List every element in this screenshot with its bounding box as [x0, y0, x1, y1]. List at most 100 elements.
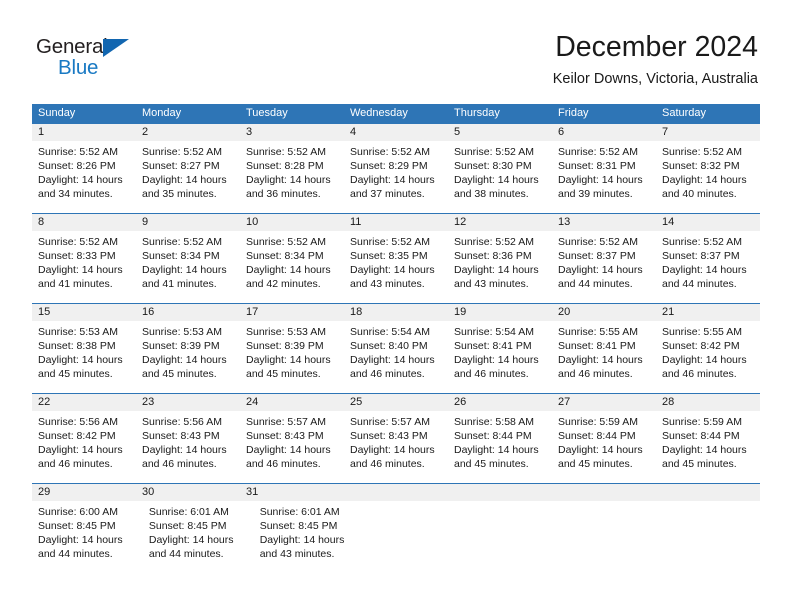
day-number[interactable]: 15: [32, 304, 136, 321]
day-number[interactable]: 1: [32, 124, 136, 141]
day-number[interactable]: 2: [136, 124, 240, 141]
daylight-line2: and 45 minutes.: [454, 458, 529, 470]
day-number[interactable]: 11: [344, 214, 448, 231]
sunrise-line: Sunrise: 5:52 AM: [558, 146, 638, 158]
daylight-line1: Daylight: 14 hours: [454, 264, 539, 276]
day-number[interactable]: 22: [32, 394, 136, 411]
weekday-header-saturday: Saturday: [662, 107, 707, 119]
day-cell[interactable]: Sunrise: 5:52 AM Sunset: 8:34 PM Dayligh…: [136, 231, 240, 303]
day-cell[interactable]: Sunrise: 5:54 AM Sunset: 8:40 PM Dayligh…: [344, 321, 448, 393]
day-number[interactable]: 19: [448, 304, 552, 321]
day-cell[interactable]: Sunrise: 5:53 AM Sunset: 8:39 PM Dayligh…: [136, 321, 240, 393]
weekday-header-friday: Friday: [558, 107, 589, 119]
day-number[interactable]: 18: [344, 304, 448, 321]
day-cell-empty: [365, 501, 464, 573]
sunrise-line: Sunrise: 5:57 AM: [350, 416, 430, 428]
day-cell[interactable]: Sunrise: 5:58 AM Sunset: 8:44 PM Dayligh…: [448, 411, 552, 483]
day-number-empty: [448, 484, 552, 501]
daylight-line1: Daylight: 14 hours: [558, 174, 643, 186]
day-number[interactable]: 5: [448, 124, 552, 141]
daylight-line2: and 37 minutes.: [350, 188, 425, 200]
day-cell[interactable]: Sunrise: 5:52 AM Sunset: 8:36 PM Dayligh…: [448, 231, 552, 303]
sunset-line: Sunset: 8:45 PM: [259, 520, 338, 532]
daylight-line2: and 38 minutes.: [454, 188, 529, 200]
daylight-line1: Daylight: 14 hours: [454, 444, 539, 456]
day-cell[interactable]: Sunrise: 5:52 AM Sunset: 8:32 PM Dayligh…: [656, 141, 760, 213]
day-cell[interactable]: Sunrise: 5:55 AM Sunset: 8:42 PM Dayligh…: [656, 321, 760, 393]
day-cell[interactable]: Sunrise: 5:54 AM Sunset: 8:41 PM Dayligh…: [448, 321, 552, 393]
sunrise-line: Sunrise: 5:57 AM: [246, 416, 326, 428]
day-number[interactable]: 25: [344, 394, 448, 411]
day-number[interactable]: 13: [552, 214, 656, 231]
day-cell[interactable]: Sunrise: 5:53 AM Sunset: 8:38 PM Dayligh…: [32, 321, 136, 393]
day-cell[interactable]: Sunrise: 5:52 AM Sunset: 8:31 PM Dayligh…: [552, 141, 656, 213]
day-number[interactable]: 29: [32, 484, 136, 501]
day-cell[interactable]: Sunrise: 5:56 AM Sunset: 8:43 PM Dayligh…: [136, 411, 240, 483]
day-number[interactable]: 17: [240, 304, 344, 321]
sunrise-line: Sunrise: 5:52 AM: [38, 146, 118, 158]
day-cell[interactable]: Sunrise: 5:56 AM Sunset: 8:42 PM Dayligh…: [32, 411, 136, 483]
day-cell[interactable]: Sunrise: 5:52 AM Sunset: 8:26 PM Dayligh…: [32, 141, 136, 213]
day-cell[interactable]: Sunrise: 5:52 AM Sunset: 8:34 PM Dayligh…: [240, 231, 344, 303]
sunrise-line: Sunrise: 5:59 AM: [662, 416, 742, 428]
day-number[interactable]: 10: [240, 214, 344, 231]
day-cell[interactable]: Sunrise: 5:52 AM Sunset: 8:37 PM Dayligh…: [552, 231, 656, 303]
day-number[interactable]: 3: [240, 124, 344, 141]
daylight-line2: and 45 minutes.: [38, 368, 113, 380]
sunset-line: Sunset: 8:35 PM: [350, 250, 428, 262]
day-cell[interactable]: Sunrise: 6:01 AM Sunset: 8:45 PM Dayligh…: [254, 501, 365, 573]
day-number[interactable]: 9: [136, 214, 240, 231]
daylight-line2: and 39 minutes.: [558, 188, 633, 200]
day-cell-empty: [661, 501, 760, 573]
day-cell[interactable]: Sunrise: 5:52 AM Sunset: 8:27 PM Dayligh…: [136, 141, 240, 213]
day-number[interactable]: 30: [136, 484, 240, 501]
day-number[interactable]: 24: [240, 394, 344, 411]
day-number[interactable]: 7: [656, 124, 760, 141]
day-cell[interactable]: Sunrise: 6:00 AM Sunset: 8:45 PM Dayligh…: [32, 501, 143, 573]
day-number[interactable]: 28: [656, 394, 760, 411]
day-number[interactable]: 12: [448, 214, 552, 231]
daylight-line2: and 41 minutes.: [142, 278, 217, 290]
daylight-line2: and 34 minutes.: [38, 188, 113, 200]
daylight-line2: and 45 minutes.: [558, 458, 633, 470]
day-cell[interactable]: Sunrise: 5:52 AM Sunset: 8:35 PM Dayligh…: [344, 231, 448, 303]
day-cell[interactable]: Sunrise: 6:01 AM Sunset: 8:45 PM Dayligh…: [143, 501, 254, 573]
sunrise-line: Sunrise: 6:01 AM: [148, 506, 229, 518]
sunrise-line: Sunrise: 5:55 AM: [558, 326, 638, 338]
day-cell[interactable]: Sunrise: 5:52 AM Sunset: 8:30 PM Dayligh…: [448, 141, 552, 213]
day-cell[interactable]: Sunrise: 5:52 AM Sunset: 8:29 PM Dayligh…: [344, 141, 448, 213]
day-number[interactable]: 26: [448, 394, 552, 411]
day-cell[interactable]: Sunrise: 5:59 AM Sunset: 8:44 PM Dayligh…: [656, 411, 760, 483]
day-number[interactable]: 21: [656, 304, 760, 321]
sunset-line: Sunset: 8:44 PM: [662, 430, 740, 442]
day-cell[interactable]: Sunrise: 5:59 AM Sunset: 8:44 PM Dayligh…: [552, 411, 656, 483]
week-daynumber-strip: 15 16 17 18 19 20 21: [32, 304, 760, 321]
day-cell[interactable]: Sunrise: 5:52 AM Sunset: 8:37 PM Dayligh…: [656, 231, 760, 303]
day-number[interactable]: 20: [552, 304, 656, 321]
sunset-line: Sunset: 8:44 PM: [558, 430, 636, 442]
day-number[interactable]: 23: [136, 394, 240, 411]
sunset-line: Sunset: 8:39 PM: [246, 340, 324, 352]
day-cell[interactable]: Sunrise: 5:53 AM Sunset: 8:39 PM Dayligh…: [240, 321, 344, 393]
day-cell[interactable]: Sunrise: 5:52 AM Sunset: 8:28 PM Dayligh…: [240, 141, 344, 213]
daylight-line1: Daylight: 14 hours: [350, 354, 435, 366]
day-number[interactable]: 4: [344, 124, 448, 141]
day-number[interactable]: 31: [240, 484, 344, 501]
day-number[interactable]: 14: [656, 214, 760, 231]
daylight-line2: and 35 minutes.: [142, 188, 217, 200]
logo-text-blue: Blue: [58, 56, 99, 79]
day-number[interactable]: 27: [552, 394, 656, 411]
sunset-line: Sunset: 8:27 PM: [142, 160, 220, 172]
day-cell[interactable]: Sunrise: 5:55 AM Sunset: 8:41 PM Dayligh…: [552, 321, 656, 393]
day-cell[interactable]: Sunrise: 5:52 AM Sunset: 8:33 PM Dayligh…: [32, 231, 136, 303]
day-cell[interactable]: Sunrise: 5:57 AM Sunset: 8:43 PM Dayligh…: [240, 411, 344, 483]
sunset-line: Sunset: 8:41 PM: [558, 340, 636, 352]
sunset-line: Sunset: 8:34 PM: [246, 250, 324, 262]
day-cell[interactable]: Sunrise: 5:57 AM Sunset: 8:43 PM Dayligh…: [344, 411, 448, 483]
daylight-line2: and 46 minutes.: [558, 368, 633, 380]
day-number[interactable]: 8: [32, 214, 136, 231]
day-number[interactable]: 16: [136, 304, 240, 321]
daylight-line1: Daylight: 14 hours: [662, 264, 747, 276]
day-number[interactable]: 6: [552, 124, 656, 141]
generalblue-logo[interactable]: General Blue: [36, 36, 146, 82]
